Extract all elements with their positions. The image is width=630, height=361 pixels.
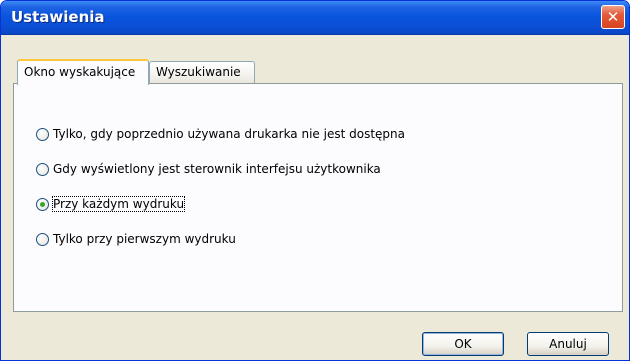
option-label: Gdy wyświetlony jest sterownik interfejs… bbox=[53, 162, 381, 176]
window-title: Ustawienia bbox=[11, 8, 105, 26]
option-label: Tylko, gdy poprzednio używana drukarka n… bbox=[53, 127, 405, 141]
close-button[interactable]: ✕ bbox=[601, 5, 625, 29]
title-bar[interactable]: Ustawienia ✕ bbox=[1, 1, 629, 35]
tab-label: Wyszukiwanie bbox=[156, 65, 241, 79]
option-every-print[interactable]: Przy każdym wydruku bbox=[36, 196, 186, 212]
option-label: Tylko przy pierwszym wydruku bbox=[53, 232, 236, 246]
close-icon: ✕ bbox=[606, 7, 620, 26]
option-driver-ui-displayed[interactable]: Gdy wyświetlony jest sterownik interfejs… bbox=[36, 162, 381, 176]
ok-button[interactable]: OK bbox=[422, 332, 504, 356]
tab-label: Okno wyskakujące bbox=[24, 65, 136, 79]
tab-search[interactable]: Wyszukiwanie bbox=[149, 61, 255, 83]
tab-popup-window[interactable]: Okno wyskakujące bbox=[17, 59, 149, 85]
tab-panel-popup-window: Tylko, gdy poprzednio używana drukarka n… bbox=[13, 83, 623, 312]
option-label: Przy każdym wydruku bbox=[51, 196, 186, 212]
radio-button-selected[interactable] bbox=[36, 197, 49, 211]
cancel-label: Anuluj bbox=[549, 337, 587, 351]
option-previous-printer-unavailable[interactable]: Tylko, gdy poprzednio używana drukarka n… bbox=[36, 127, 405, 141]
radio-button[interactable] bbox=[36, 232, 49, 246]
ok-label: OK bbox=[454, 337, 472, 351]
settings-dialog: Ustawienia ✕ Okno wyskakujące Wyszukiwan… bbox=[0, 0, 630, 361]
option-first-print-only[interactable]: Tylko przy pierwszym wydruku bbox=[36, 232, 236, 246]
cancel-button[interactable]: Anuluj bbox=[527, 332, 609, 356]
radio-button[interactable] bbox=[36, 127, 49, 141]
dialog-body: Okno wyskakujące Wyszukiwanie Tylko, gdy… bbox=[5, 35, 625, 360]
radio-button[interactable] bbox=[36, 162, 49, 176]
